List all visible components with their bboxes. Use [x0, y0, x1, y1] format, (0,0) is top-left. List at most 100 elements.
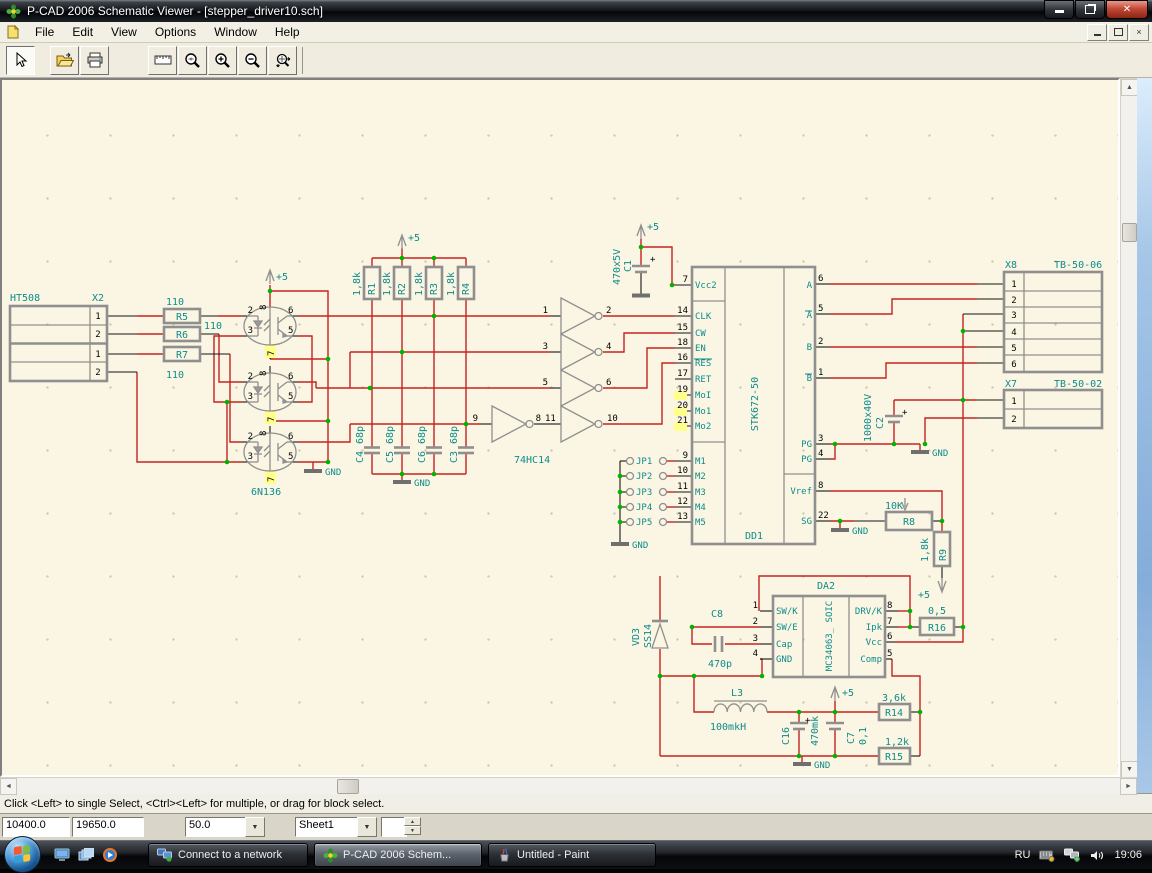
measure-tool-button[interactable] [148, 45, 177, 75]
menu-file[interactable]: File [26, 23, 63, 41]
menu-view[interactable]: View [102, 23, 146, 41]
vscroll-thumb[interactable] [1122, 223, 1137, 242]
open-file-button[interactable] [50, 45, 79, 75]
pin-opto2-7: 7 [267, 417, 277, 422]
zoom-field[interactable]: 50.0 [185, 817, 249, 837]
pin-x8-1: 1 [1011, 280, 1016, 290]
lbl-r1-ref: R1 [367, 283, 378, 295]
zoom-out-button[interactable] [238, 45, 267, 75]
pin-opto1-2: 2 [248, 306, 253, 316]
mdi-close-button[interactable]: × [1129, 23, 1149, 41]
lbl-r4-val: 1,8k [446, 272, 457, 296]
pin-dd1-21: 21 [677, 416, 688, 426]
lbl-dd1-clk: CLK [695, 312, 712, 322]
scroll-down-arrow[interactable]: ▼ [1121, 761, 1138, 778]
volume-tray-icon[interactable] [1090, 849, 1105, 862]
spinner[interactable]: ▲ ▼ [404, 817, 421, 835]
coord-x-field[interactable]: 10400.0 [2, 817, 70, 837]
lbl-plus5-r9: +5 [918, 590, 930, 601]
lbl-dd1-res: RES [695, 359, 711, 369]
switch-windows-button[interactable] [76, 845, 96, 865]
pin-x7-1: 1 [1011, 397, 1016, 407]
pin-da2-4: 4 [753, 649, 758, 659]
lbl-r9-val: 1,8k [920, 538, 931, 562]
lbl-c6-ref: C6 [417, 451, 428, 463]
sheet-dropdown-button[interactable]: ▼ [357, 817, 377, 837]
pin-dd1-18: 18 [677, 338, 688, 348]
media-player-button[interactable] [100, 845, 120, 865]
menu-edit[interactable]: Edit [63, 23, 102, 41]
status-hint: Click <Left> to single Select, <Ctrl><Le… [4, 797, 385, 810]
window-edge [1137, 78, 1152, 793]
mdi-minimize-button[interactable] [1087, 23, 1107, 41]
pin-opto1-8: 8 [259, 305, 269, 310]
menu-options[interactable]: Options [146, 23, 205, 41]
scroll-up-arrow[interactable]: ▲ [1121, 79, 1138, 96]
lbl-dd1-mo1: Mo1 [695, 407, 711, 417]
pin-x2-3: 1 [95, 350, 100, 360]
sheet-field[interactable]: Sheet1 [295, 817, 361, 837]
taskbar: Connect to a network P-CAD 2006 Schem...… [0, 836, 1152, 873]
spin-down-button[interactable]: ▼ [404, 826, 421, 835]
lbl-r8-val: 10K [885, 501, 903, 512]
pin-dd1-14: 14 [677, 306, 688, 316]
lbl-x2-type: HT508 [10, 293, 40, 304]
pin-inv-out10: 10 [607, 414, 618, 424]
lbl-plus5-c1: +5 [647, 222, 659, 233]
print-button[interactable] [80, 45, 109, 75]
zoom-extents-button[interactable] [268, 45, 297, 75]
start-button[interactable] [4, 836, 41, 873]
pin-dd1-12: 12 [677, 497, 688, 507]
close-button[interactable]: ✕ [1106, 0, 1148, 19]
lbl-r1-val: 1,8k [352, 272, 363, 296]
open-folder-icon [56, 52, 74, 67]
lbl-da2-part: MC34063_ SOIC [825, 601, 835, 671]
lbl-r14-ref: R14 [885, 708, 903, 719]
pin-x8-2: 2 [1011, 296, 1016, 306]
task-pcad[interactable]: P-CAD 2006 Schem... [314, 843, 482, 867]
language-indicator[interactable]: RU [1015, 849, 1031, 861]
lbl-opto-part: 6N136 [251, 487, 281, 498]
lbl-c1-ref: C1 [623, 260, 634, 272]
system-tray: RU 19:06 [1015, 848, 1152, 862]
lbl-dd1-en: EN [695, 344, 706, 354]
pin-x2-4: 2 [95, 368, 100, 378]
lbl-c5-ref: C5 [385, 451, 396, 463]
lbl-c7-ref: C7 [846, 732, 857, 744]
pin-opto2-8: 8 [259, 371, 269, 376]
task-connect-network[interactable]: Connect to a network [148, 843, 308, 867]
lbl-x8-type: TB-50-06 [1054, 260, 1102, 271]
task-paint[interactable]: Untitled - Paint [488, 843, 656, 867]
pin-opto2-2: 2 [248, 372, 253, 382]
pin-da2-8: 8 [887, 601, 892, 611]
lbl-r8-ref: R8 [903, 517, 915, 528]
horizontal-scrollbar[interactable]: ◄ ► [0, 777, 1137, 795]
zoom-out-icon [245, 52, 260, 68]
scroll-right-arrow[interactable]: ► [1120, 778, 1137, 795]
minimize-button[interactable] [1044, 0, 1074, 19]
show-desktop-button[interactable] [52, 845, 72, 865]
lbl-x2-ref: X2 [92, 293, 104, 304]
pin-dd1-5: 5 [818, 304, 823, 314]
clock[interactable]: 19:06 [1114, 849, 1142, 861]
mdi-restore-button[interactable] [1108, 23, 1128, 41]
menu-window[interactable]: Window [205, 23, 266, 41]
coord-y-field[interactable]: 19650.0 [72, 817, 144, 837]
lbl-c4-ref: C4 [355, 451, 366, 463]
task-label: Connect to a network [178, 849, 282, 861]
zoom-window-button[interactable] [178, 45, 207, 75]
lbl-dd1-m2: M2 [695, 472, 706, 482]
keyboard-tray-icon[interactable] [1039, 849, 1055, 862]
menu-help[interactable]: Help [266, 23, 309, 41]
pin-inv-out2: 2 [606, 306, 611, 316]
scroll-left-arrow[interactable]: ◄ [0, 778, 17, 795]
network-tray-icon[interactable] [1064, 848, 1081, 862]
zoom-in-button[interactable] [208, 45, 237, 75]
select-tool-button[interactable] [6, 45, 35, 75]
document-icon [7, 25, 20, 39]
spin-up-button[interactable]: ▲ [404, 817, 421, 826]
schematic-canvas[interactable]: HT508 X2 1 2 1 2 110 110 110 R5 R6 R7 6N… [0, 78, 1120, 777]
restore-button[interactable] [1075, 0, 1105, 19]
hscroll-thumb[interactable] [337, 779, 359, 794]
zoom-dropdown-button[interactable]: ▼ [245, 817, 265, 837]
